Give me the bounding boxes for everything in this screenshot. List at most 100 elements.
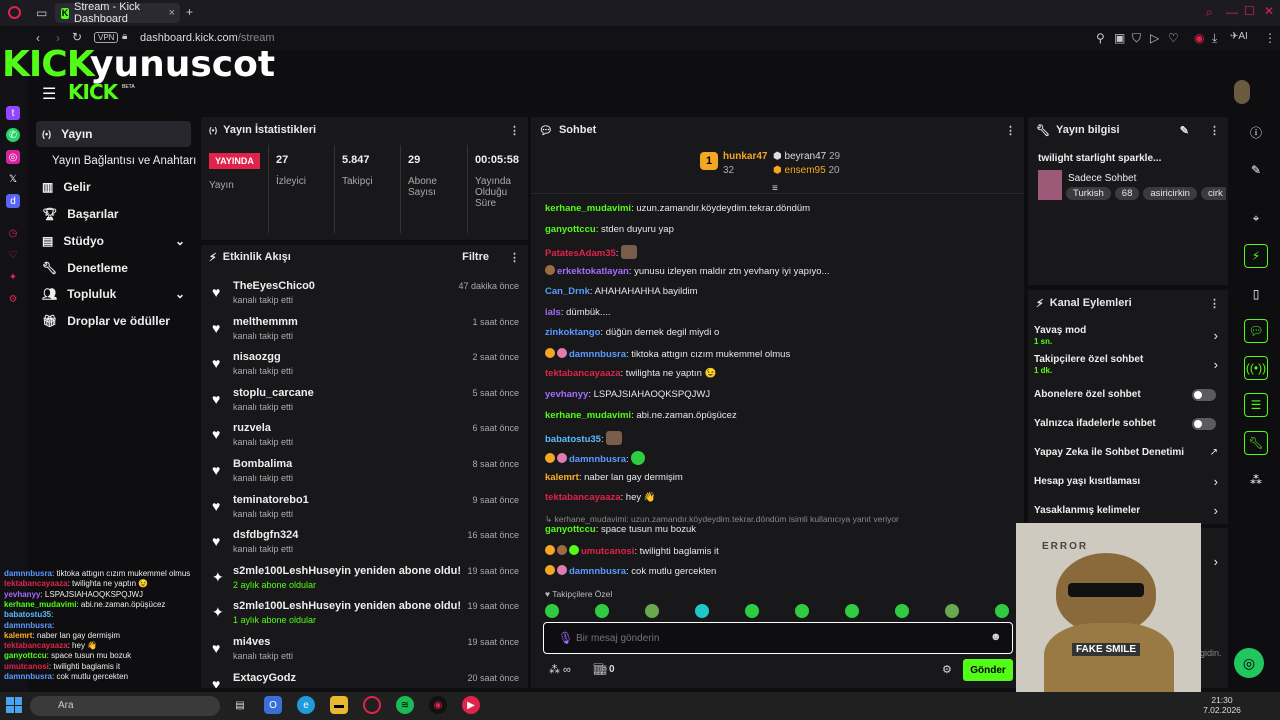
activity-item[interactable]: ♥ Bombalima kanalı takip etti 8 saat önc… [209, 456, 521, 492]
chat-username[interactable]: damnnbusra [569, 349, 626, 360]
tag[interactable]: asiricirkin [1143, 187, 1197, 200]
chat-username[interactable]: kalemrt [545, 472, 579, 483]
nav-item-stream-key[interactable]: Yayın Bağlantısı ve Anahtarı [46, 148, 198, 174]
emote-quick-icon[interactable] [845, 604, 859, 618]
chat-message-input[interactable] [576, 630, 976, 646]
chevron-right-icon[interactable]: › [1214, 357, 1218, 372]
external-link-icon[interactable]: ↗ [1210, 447, 1218, 458]
file-explorer-icon[interactable]: ▬ [330, 696, 348, 714]
activity-item[interactable]: ♥ teminatorebo1 kanalı takip etti 9 saat… [209, 492, 521, 528]
emote-quick-icon[interactable] [695, 604, 709, 618]
tab-close-icon[interactable]: × [169, 7, 175, 19]
avatar[interactable] [1234, 80, 1250, 104]
emoji-picker-icon[interactable]: ☻ [990, 631, 1002, 643]
chat-username[interactable]: tektabancayaaza [545, 368, 621, 379]
pencil-icon[interactable]: ✎ [1244, 158, 1268, 182]
chat-username[interactable]: Can_Drnk [545, 286, 590, 297]
activity-item[interactable]: ♥ stoplu_carcane kanalı takip etti 5 saa… [209, 385, 521, 421]
emote-quick-icon[interactable] [895, 604, 909, 618]
settings-icon[interactable]: ⚙ [6, 292, 20, 306]
emote-quick-icon[interactable] [595, 604, 609, 618]
close-window-icon[interactable]: ✕ [1264, 5, 1274, 17]
emote-quick-icon[interactable] [645, 604, 659, 618]
discord-icon[interactable]: d [6, 194, 20, 208]
chat-username[interactable]: ials [545, 307, 561, 318]
chat-username[interactable]: damnnbusra [569, 454, 626, 465]
twitch-icon[interactable]: t [6, 106, 20, 120]
adblock-icon[interactable]: ⛉ [1132, 32, 1141, 44]
info-icon[interactable]: ⓘ [1244, 120, 1268, 144]
x-icon[interactable]: 𝕏 [6, 172, 20, 186]
back-icon[interactable]: ‹ [36, 32, 40, 44]
hamburger-menu-icon[interactable]: ☰ [42, 84, 56, 104]
new-tab-button[interactable]: + [186, 6, 193, 18]
chat-username[interactable]: PatatesAdam35 [545, 248, 616, 259]
chat-settings-icon[interactable]: ⚙ [942, 663, 952, 676]
chat-username[interactable]: yevhanyy [545, 389, 588, 400]
activity-item[interactable]: ♥ ExtacyGodz 20 saat önce [209, 670, 521, 688]
tab-kick-dashboard[interactable]: K Stream - Kick Dashboard × [55, 1, 180, 25]
messenger-icon[interactable]: ✦ [6, 270, 20, 284]
microphone-icon[interactable]: 🎙︎ [558, 631, 573, 645]
slow-mode-row[interactable]: Yavaş mod 1 sn. [1034, 325, 1224, 347]
leader-second[interactable]: ⬢ beyran47 29 [773, 151, 840, 162]
player-icon[interactable]: ▷ [1150, 32, 1159, 44]
obs-icon[interactable]: ◉ [429, 696, 447, 714]
support-chat-button[interactable]: ◎ [1234, 648, 1264, 678]
instagram-icon[interactable]: ◎ [6, 150, 20, 164]
activity-item[interactable]: ♥ ruzvela kanalı takip etti 6 saat önce [209, 420, 521, 456]
emote-quick-icon[interactable] [745, 604, 759, 618]
banned-words-row[interactable]: Yasaklanmış kelimeler [1034, 505, 1224, 516]
tag[interactable]: cirk [1200, 187, 1226, 200]
account-age-row[interactable]: Hesap yaşı kısıtlaması [1034, 476, 1224, 487]
browser-menu-icon[interactable]: ⋮ [1264, 32, 1276, 44]
chat-username[interactable]: tektabancayaaza [545, 492, 621, 503]
layers-icon[interactable]: ☰ [1244, 393, 1268, 417]
activity-item[interactable]: ♥ TheEyesChico0 kanalı takip etti 47 dak… [209, 278, 521, 314]
emote-quick-icon[interactable] [795, 604, 809, 618]
profile-icon[interactable]: ◉ [1194, 32, 1204, 44]
minimize-icon[interactable]: — [1226, 6, 1238, 18]
leader-name[interactable]: hunkar47 [723, 151, 767, 162]
chat-input-box[interactable]: 🎙︎ ☻ [543, 622, 1013, 654]
wrench-icon[interactable]: 🔧︎ [1244, 431, 1268, 455]
windows-start-icon[interactable] [6, 697, 22, 713]
chat-username[interactable]: damnnbusra [569, 566, 626, 577]
chevron-right-icon[interactable]: › [1214, 554, 1218, 569]
channel-points-icon[interactable]: ⁂ ∞ [549, 663, 571, 676]
ai-mod-row[interactable]: Yapay Zeka ile Sohbet Denetimi [1034, 447, 1224, 458]
activity-item[interactable]: ♥ nisaozgg kanalı takip etti 2 saat önce [209, 349, 521, 385]
edge-icon[interactable]: e [297, 696, 315, 714]
spotify-icon[interactable]: ≋ [396, 696, 414, 714]
whatsapp-icon[interactable]: ✆ [6, 128, 20, 142]
tag[interactable]: 68 [1114, 187, 1140, 200]
activity-item[interactable]: ♥ melthemmm kanalı takip etti 1 saat önc… [209, 314, 521, 350]
more-options-icon[interactable]: ⋮ [509, 251, 520, 264]
search-tabs-icon[interactable]: ⌕ [1206, 6, 1213, 18]
taskbar-clock[interactable]: 21:30 7.02.2026 [1202, 695, 1242, 715]
history-icon[interactable]: ◷ [6, 226, 20, 240]
download-icon[interactable]: ⤓ [1212, 32, 1217, 44]
nav-item-topluluk[interactable]: 👥︎ Topluluk ⌄ [36, 281, 191, 307]
chevron-right-icon[interactable]: › [1214, 328, 1218, 343]
emote-quick-icon[interactable] [995, 604, 1009, 618]
nav-item-gelir[interactable]: ▥ Gelir [36, 174, 191, 200]
tag[interactable]: Turkish [1066, 187, 1111, 200]
tab-switcher-icon[interactable]: ▭ [36, 7, 47, 19]
lightning-icon[interactable]: ⚡︎ [1244, 244, 1268, 268]
chevron-right-icon[interactable]: › [1214, 474, 1218, 489]
opera-taskbar-icon[interactable] [363, 696, 381, 714]
url-field[interactable]: dashboard.kick.com/stream [140, 32, 275, 44]
pin-icon[interactable]: ⚲ [1096, 32, 1105, 44]
more-options-icon[interactable]: ⋮ [1209, 124, 1220, 137]
send-button[interactable]: Gönder [963, 659, 1013, 681]
chat-username[interactable]: kerhane_mudavimi [545, 410, 631, 421]
nav-item-basarilar[interactable]: 🏆︎ Başarılar [36, 201, 191, 227]
nav-item-studyo[interactable]: ▤ Stüdyo ⌄ [36, 228, 191, 254]
outlook-icon[interactable]: O [264, 696, 282, 714]
nav-item-denetleme[interactable]: 🔧︎ Denetleme [36, 255, 191, 281]
store-icon[interactable]: 🏬︎ [593, 663, 607, 676]
chat-icon[interactable]: 💬︎ [1244, 319, 1268, 343]
chat-username[interactable]: umutcanosi [581, 546, 634, 557]
sub-chat-toggle[interactable] [1192, 389, 1216, 401]
